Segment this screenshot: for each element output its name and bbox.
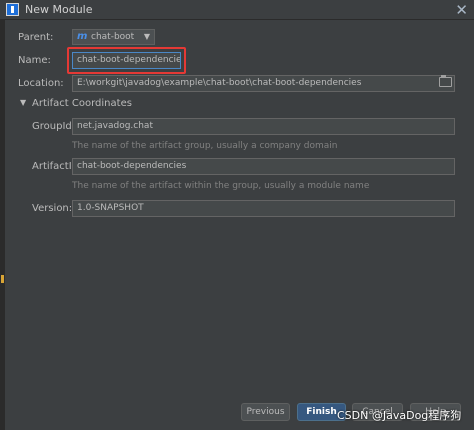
version-field[interactable]: 1.0-SNAPSHOT bbox=[72, 200, 455, 217]
previous-button[interactable]: Previous bbox=[241, 403, 290, 421]
expand-triangle-icon[interactable]: ▼ bbox=[20, 98, 26, 107]
parent-label: Parent: bbox=[18, 32, 54, 43]
close-icon[interactable]: ✕ bbox=[455, 1, 468, 19]
csdn-watermark: CSDN @JavaDog程序狗 bbox=[337, 409, 462, 422]
maven-module-icon: m bbox=[77, 31, 88, 42]
background-window-strip bbox=[0, 20, 5, 430]
artifact-coordinates-header[interactable]: Artifact Coordinates bbox=[32, 98, 132, 109]
artifactid-field[interactable]: chat-boot-dependencies bbox=[72, 158, 455, 175]
location-field[interactable]: E:\workgit\javadog\example\chat-boot\cha… bbox=[72, 75, 455, 92]
intellij-app-icon bbox=[6, 3, 19, 16]
parent-combobox[interactable]: m chat-boot ▼ bbox=[72, 29, 155, 45]
window-title: New Module bbox=[25, 3, 93, 16]
version-label: Version: bbox=[32, 203, 73, 214]
name-label: Name: bbox=[18, 55, 51, 66]
title-bar: New Module ✕ bbox=[0, 0, 474, 20]
folder-icon[interactable] bbox=[439, 75, 452, 87]
groupid-hint: The name of the artifact group, usually … bbox=[72, 141, 338, 151]
location-label: Location: bbox=[18, 78, 64, 89]
red-highlight-box bbox=[67, 47, 186, 74]
groupid-field[interactable]: net.javadog.chat bbox=[72, 118, 455, 135]
artifactid-hint: The name of the artifact within the grou… bbox=[72, 181, 370, 191]
background-marker bbox=[1, 275, 4, 283]
parent-value: chat-boot bbox=[91, 32, 135, 42]
chevron-down-icon: ▼ bbox=[143, 32, 150, 41]
groupid-label: GroupId: bbox=[32, 121, 76, 132]
